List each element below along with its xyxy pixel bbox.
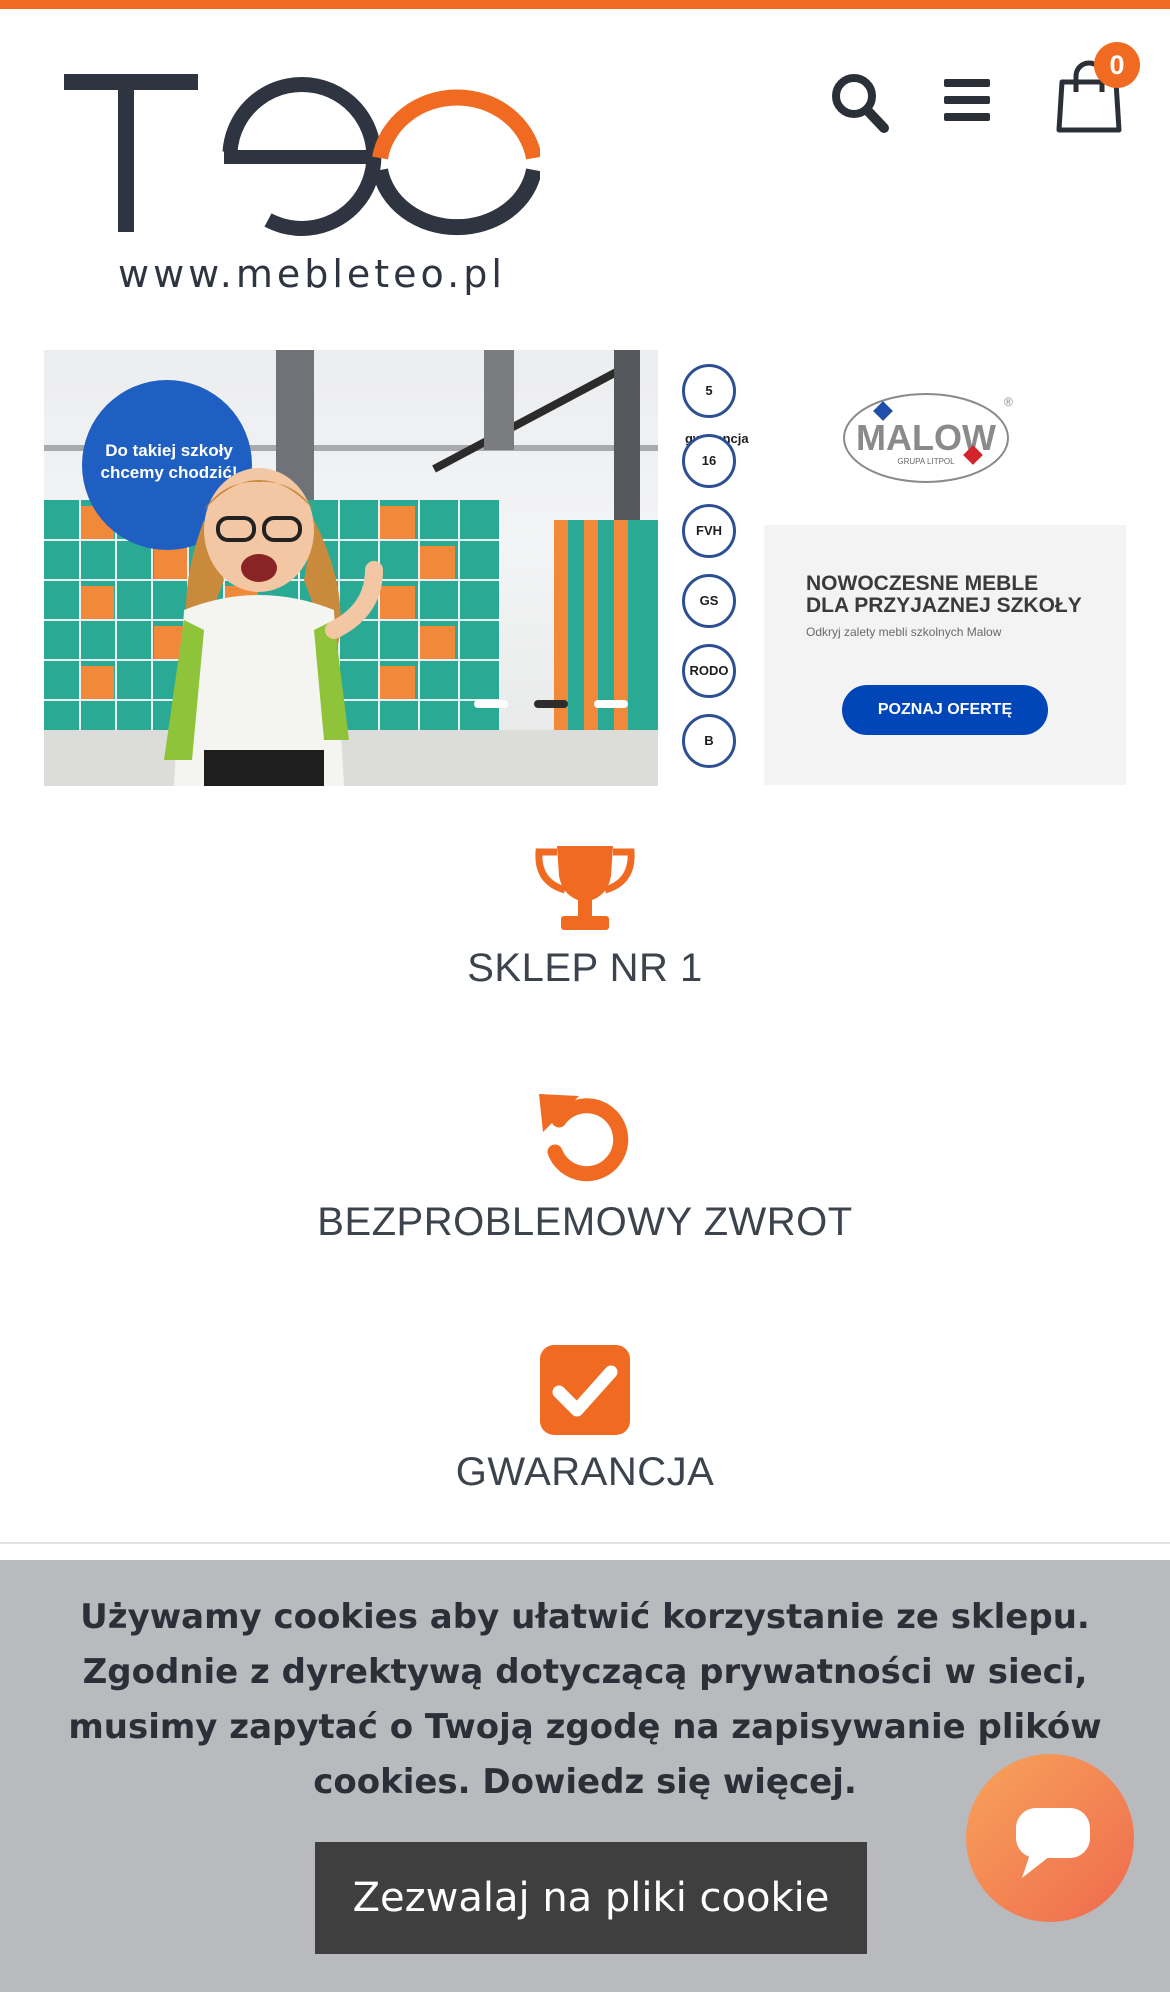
- logo-url-text: www.mebleteo.pl: [118, 252, 506, 296]
- ad-title-line1: NOWOCZESNE MEBLE: [806, 572, 1039, 595]
- malow-logo[interactable]: MALOW GRUPA LITPOL ®: [840, 388, 1016, 488]
- undo-icon: [539, 1094, 629, 1182]
- menu-icon[interactable]: [944, 79, 990, 121]
- guarantee-5-badge: 5 gwarancja: [682, 364, 749, 446]
- malow-ad[interactable]: NOWOCZESNE MEBLE DLA PRZYJAZNEJ SZKOŁY O…: [764, 525, 1126, 785]
- cart-count-badge[interactable]: 0: [1094, 42, 1140, 88]
- search-icon[interactable]: [830, 72, 890, 134]
- feature-label: SKLEP NR 1: [467, 946, 703, 990]
- chat-bubble-icon: [1016, 1808, 1090, 1878]
- feature-shop-nr1: SKLEP NR 1: [0, 842, 1170, 991]
- rodo-badge: RODO: [682, 644, 736, 698]
- trophy-icon: [535, 846, 635, 930]
- feature-label: GWARANCJA: [455, 1450, 715, 1494]
- gs-badge: GS: [682, 574, 736, 628]
- colors-16-badge: 16: [682, 434, 736, 488]
- hero-slider[interactable]: Do takiej szkoły chcemy chodzić!: [44, 350, 658, 786]
- svg-text:®: ®: [1004, 395, 1013, 409]
- fvh-badge: FVH: [682, 504, 736, 558]
- feature-easy-return: BEZPROBLEMOWY ZWROT: [0, 1090, 1170, 1245]
- check-square-icon: [540, 1345, 630, 1435]
- ad-title-line2: DLA PRZYJAZNEJ SZKOŁY: [806, 594, 1082, 617]
- allow-cookies-button[interactable]: Zezwalaj na pliki cookie: [315, 1842, 867, 1954]
- banner-stair: [432, 362, 631, 473]
- ad-title: NOWOCZESNE MEBLE DLA PRZYJAZNEJ SZKOŁY: [806, 573, 1106, 617]
- malow-brand-sub: GRUPA LITPOL: [897, 457, 955, 466]
- feature-label: BEZPROBLEMOWY ZWROT: [317, 1200, 853, 1244]
- ad-subtitle: Odkryj zalety mebli szkolnych Malow: [806, 625, 1002, 639]
- chat-widget-button[interactable]: [966, 1754, 1134, 1922]
- lockers-illustration: [554, 520, 658, 746]
- section-divider: [0, 1542, 1170, 1544]
- b-badge: B: [682, 714, 736, 768]
- slider-dot-active[interactable]: [534, 700, 568, 708]
- ad-offer-button[interactable]: POZNAJ OFERTĘ: [842, 685, 1048, 735]
- top-accent-bar: [0, 0, 1170, 9]
- girl-illustration: [164, 468, 383, 786]
- feature-warranty: GWARANCJA: [0, 1344, 1170, 1495]
- slider-dot[interactable]: [474, 700, 508, 708]
- slider-dot[interactable]: [594, 700, 628, 708]
- banner-pillar: [484, 350, 514, 450]
